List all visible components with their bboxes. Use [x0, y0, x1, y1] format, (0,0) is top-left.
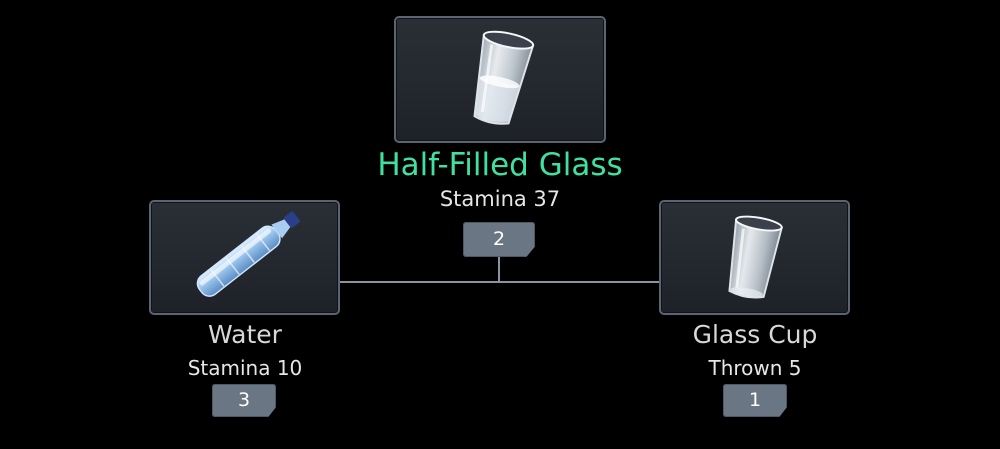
water-bottle-icon	[196, 211, 300, 297]
result-item-name: Half-Filled Glass	[377, 147, 623, 183]
result-item-count-badge: 2	[463, 222, 535, 257]
connector-vertical	[498, 256, 500, 282]
ingredient-name-glass-cup: Glass Cup	[692, 320, 818, 349]
ingredient-name-water: Water	[208, 320, 282, 349]
ingredient-stat-water: Stamina 10	[187, 356, 303, 380]
ingredient-count-badge-glass-cup: 1	[723, 384, 787, 417]
ingredient-count-badge-water: 3	[212, 384, 276, 417]
glass-cup-icon	[728, 215, 783, 299]
half-filled-glass-icon	[473, 30, 535, 125]
result-item-stat: Stamina 37	[439, 187, 561, 211]
ingredient-card-water[interactable]	[149, 200, 340, 315]
result-item-card[interactable]	[394, 16, 606, 143]
ingredient-stat-glass-cup: Thrown 5	[708, 356, 802, 380]
ingredient-card-glass-cup[interactable]	[659, 200, 850, 315]
